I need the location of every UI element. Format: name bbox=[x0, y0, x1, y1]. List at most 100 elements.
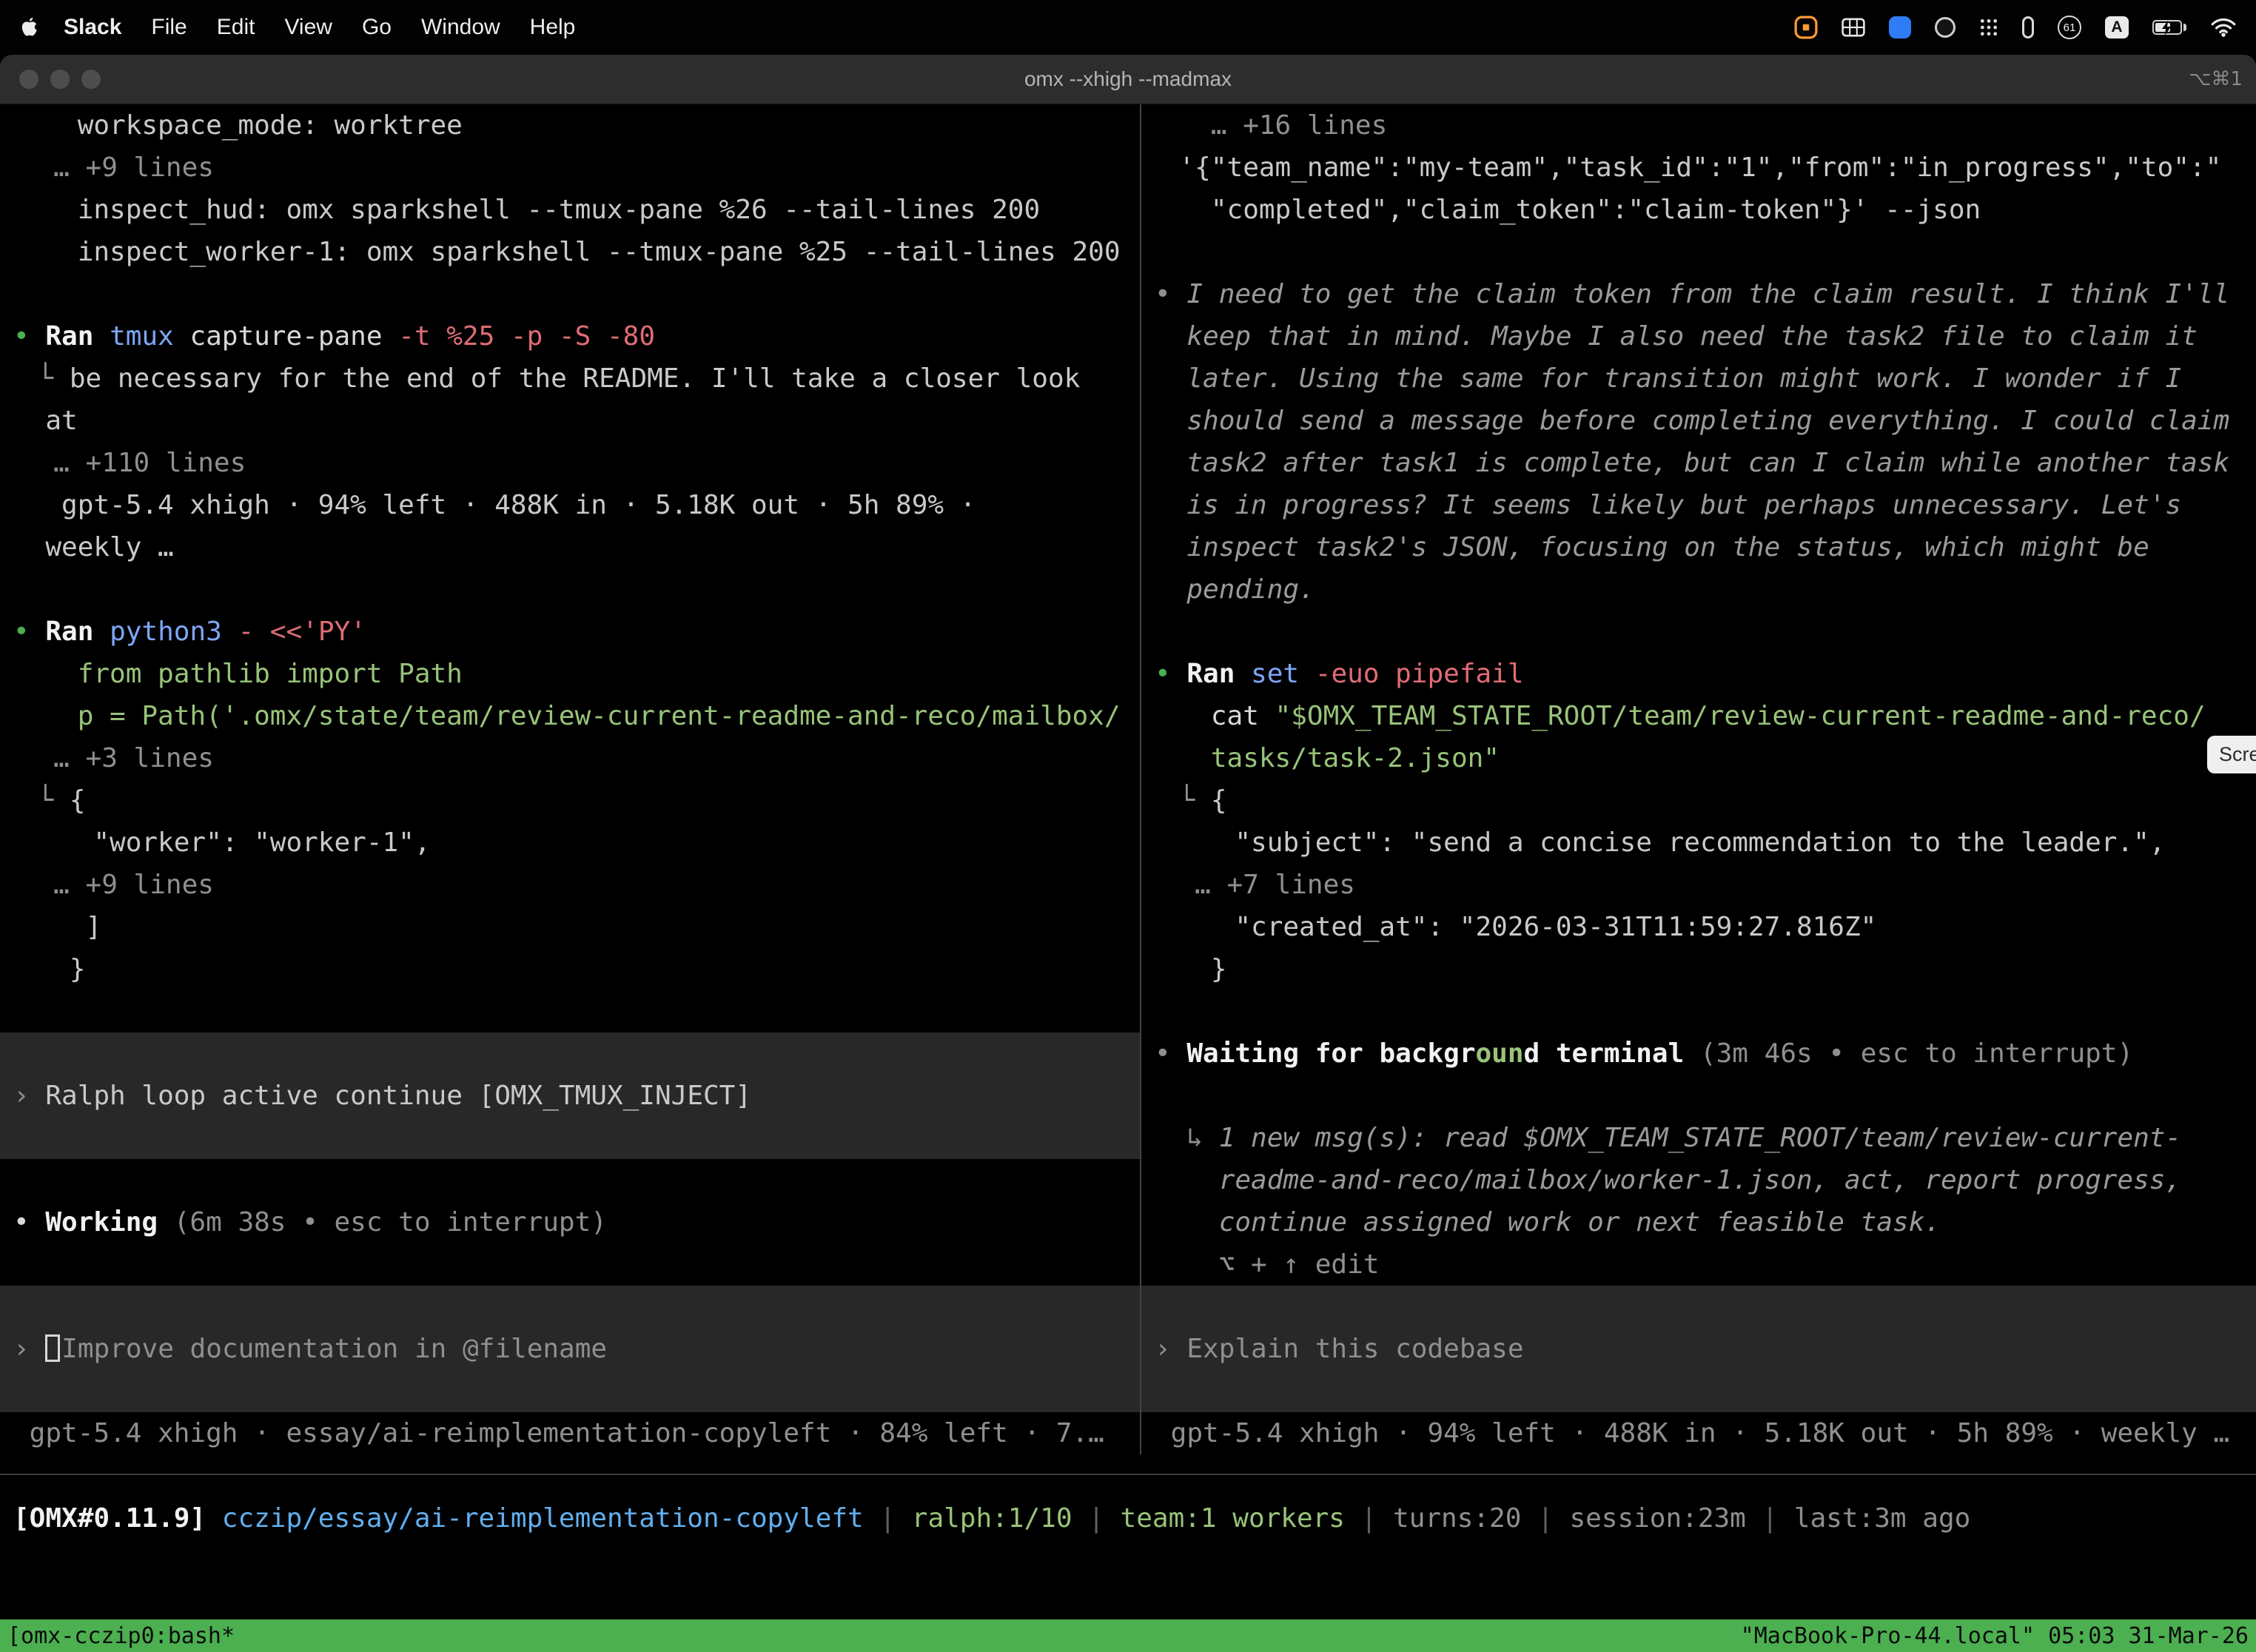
capsule-icon[interactable] bbox=[2022, 16, 2034, 38]
terminal-line: … +110 lines bbox=[0, 442, 1140, 484]
menu-help[interactable]: Help bbox=[530, 15, 576, 39]
apple-menu-icon[interactable] bbox=[19, 16, 38, 38]
wifi-icon[interactable] bbox=[2210, 17, 2237, 38]
tmux-session-window: [omx-cczip0:bash* bbox=[7, 1623, 235, 1649]
menu-bar: Slack File Edit View Go Window Help 61 A bbox=[0, 0, 2256, 55]
terminal-line: • Ran set -euo pipefail bbox=[1141, 653, 2256, 695]
terminal-line bbox=[1141, 231, 2256, 273]
close-button[interactable] bbox=[19, 70, 38, 89]
terminal-line: inspect_worker-1: omx sparkshell --tmux-… bbox=[0, 231, 1140, 273]
text-cursor[interactable] bbox=[45, 1334, 60, 1363]
battery-icon[interactable] bbox=[2152, 20, 2186, 35]
terminal-line: • I need to get the claim token from the… bbox=[1141, 273, 2256, 315]
tmux-status-bar: [omx-cczip0:bash* "MacBook-Pro-44.local"… bbox=[0, 1619, 2256, 1652]
prompt-box[interactable]: › Improve documentation in @filename bbox=[0, 1286, 1140, 1412]
menu-window[interactable]: Window bbox=[421, 15, 500, 39]
terminal-line bbox=[0, 1159, 1140, 1201]
tmux-host-and-time: "MacBook-Pro-44.local" 05:03 31-Mar-26 bbox=[1741, 1623, 2249, 1649]
battery-percent-badge[interactable]: 61 bbox=[2058, 16, 2081, 39]
status-separator bbox=[0, 1474, 2256, 1475]
terminal-line: • Ran tmux capture-pane -t %25 -p -S -80 bbox=[0, 315, 1140, 357]
terminal-line: … +9 lines bbox=[0, 864, 1140, 906]
terminal-line: gpt-5.4 xhigh · essay/ai-reimplementatio… bbox=[0, 1412, 1140, 1454]
terminal-line bbox=[1141, 990, 2256, 1032]
blue-app-icon[interactable] bbox=[1889, 16, 1911, 38]
terminal-line: workspace_mode: worktree bbox=[0, 104, 1140, 147]
terminal-line: keep that in mind. Maybe I also need the… bbox=[1141, 315, 2256, 357]
terminal-line: ⌥ + ↑ edit bbox=[1141, 1243, 2256, 1286]
menu-file[interactable]: File bbox=[151, 15, 187, 39]
terminal-line: cat "$OMX_TEAM_STATE_ROOT/team/review-cu… bbox=[1141, 695, 2256, 737]
screen: Slack File Edit View Go Window Help 61 A bbox=[0, 0, 2256, 1652]
terminal-line: … +3 lines bbox=[0, 737, 1140, 779]
terminal-line: gpt-5.4 xhigh · 94% left · 488K in · 5.1… bbox=[0, 484, 1140, 526]
terminal-line: continue assigned work or next feasible … bbox=[1141, 1201, 2256, 1243]
terminal-line bbox=[0, 1243, 1140, 1286]
terminal-line: } bbox=[1141, 948, 2256, 990]
terminal-line: └ { bbox=[0, 779, 1140, 822]
terminal-line bbox=[1141, 1075, 2256, 1117]
terminal-line: • Working (6m 38s • esc to interrupt) bbox=[0, 1201, 1140, 1243]
terminal-line: • Waiting for background terminal (3m 46… bbox=[1141, 1032, 2256, 1075]
omx-status-line: [OMX#0.11.9] cczip/essay/ai-reimplementa… bbox=[0, 1497, 2256, 1539]
window-title-bar[interactable]: omx --xhigh --madmax ⌥⌘1 bbox=[0, 55, 2256, 104]
terminal-line: from pathlib import Path bbox=[0, 653, 1140, 695]
terminal-line: '{"team_name":"my-team","task_id":"1","f… bbox=[1141, 147, 2256, 189]
terminal-blank-area bbox=[0, 1539, 2256, 1619]
terminal-line: } bbox=[0, 948, 1140, 990]
terminal-line bbox=[0, 990, 1140, 1032]
terminal-line: should send a message before completing … bbox=[1141, 400, 2256, 442]
left-terminal-pane[interactable]: workspace_mode: worktree… +9 linesinspec… bbox=[0, 104, 1140, 1454]
right-terminal-pane[interactable]: … +16 lines'{"team_name":"my-team","task… bbox=[1141, 104, 2256, 1454]
terminal-line: └ { bbox=[1141, 779, 2256, 822]
terminal-line: • Ran python3 - <<'PY' bbox=[0, 611, 1140, 653]
window-shortcut-badge: ⌥⌘1 bbox=[2189, 68, 2243, 90]
menu-bar-status-area: 61 A bbox=[1794, 16, 2237, 39]
terminal-panes: workspace_mode: worktree… +9 linesinspec… bbox=[0, 104, 2256, 1454]
minimize-button[interactable] bbox=[50, 70, 70, 89]
terminal-line: tasks/task-2.json" bbox=[1141, 737, 2256, 779]
terminal-line: inspect task2's JSON, focusing on the st… bbox=[1141, 526, 2256, 568]
terminal-line: inspect_hud: omx sparkshell --tmux-pane … bbox=[0, 189, 1140, 231]
terminal-line bbox=[1141, 611, 2256, 653]
terminal-line: readme-and-reco/mailbox/worker-1.json, a… bbox=[1141, 1159, 2256, 1201]
window-grid-icon[interactable] bbox=[1842, 18, 1865, 37]
menu-items: File Edit View Go Window Help bbox=[151, 15, 605, 40]
terminal-line: ] bbox=[0, 906, 1140, 948]
terminal-line: later. Using the same for transition mig… bbox=[1141, 357, 2256, 400]
terminal-line: at bbox=[0, 400, 1140, 442]
prompt-box[interactable]: › Explain this codebase bbox=[1141, 1286, 2256, 1412]
terminal-line: "created_at": "2026-03-31T11:59:27.816Z" bbox=[1141, 906, 2256, 948]
menu-edit[interactable]: Edit bbox=[217, 15, 255, 39]
terminal-line bbox=[0, 273, 1140, 315]
screen-recording-indicator-icon[interactable] bbox=[1794, 16, 1818, 39]
terminal-line: "subject": "send a concise recommendatio… bbox=[1141, 822, 2256, 864]
menu-view[interactable]: View bbox=[284, 15, 332, 39]
terminal-line: weekly … bbox=[0, 526, 1140, 568]
menu-go[interactable]: Go bbox=[362, 15, 392, 39]
input-source-icon[interactable]: A bbox=[2105, 16, 2129, 38]
zoom-button[interactable] bbox=[81, 70, 101, 89]
terminal-line: pending. bbox=[1141, 568, 2256, 611]
terminal-line: "worker": "worker-1", bbox=[0, 822, 1140, 864]
dots-grid-icon[interactable] bbox=[1979, 18, 1998, 37]
terminal-line: p = Path('.omx/state/team/review-current… bbox=[0, 695, 1140, 737]
window-title: omx --xhigh --madmax bbox=[1024, 67, 1232, 91]
window-controls bbox=[19, 55, 113, 104]
prompt-input-line: › Improve documentation in @filename bbox=[0, 1328, 1140, 1370]
terminal-line: task2 after task1 is complete, but can I… bbox=[1141, 442, 2256, 484]
terminal-line: … +7 lines bbox=[1141, 864, 2256, 906]
terminal-line: … +16 lines bbox=[1141, 104, 2256, 147]
screen-share-notification[interactable]: Scre bbox=[2207, 736, 2256, 773]
terminal-line: gpt-5.4 xhigh · 94% left · 488K in · 5.1… bbox=[1141, 1412, 2256, 1454]
prompt-box[interactable]: › Ralph loop active continue [OMX_TMUX_I… bbox=[0, 1032, 1140, 1159]
prompt-input-line: › Ralph loop active continue [OMX_TMUX_I… bbox=[0, 1075, 1140, 1117]
terminal-line: is in progress? It seems likely but perh… bbox=[1141, 484, 2256, 526]
terminal-line: … +9 lines bbox=[0, 147, 1140, 189]
terminal-line bbox=[0, 568, 1140, 611]
dark-sphere-icon[interactable] bbox=[1935, 17, 1955, 38]
app-menu-slack[interactable]: Slack bbox=[64, 15, 121, 40]
menu-bar-left: Slack File Edit View Go Window Help bbox=[19, 15, 605, 40]
prompt-input-line: › Explain this codebase bbox=[1141, 1328, 2256, 1370]
terminal-line: └ be necessary for the end of the README… bbox=[0, 357, 1140, 400]
